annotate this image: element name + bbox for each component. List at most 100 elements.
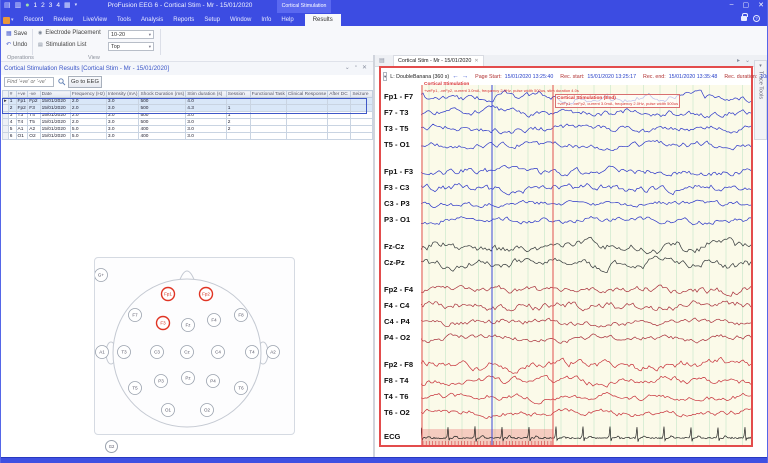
channel-label-fp2-f4[interactable]: Fp2 - F4 [384, 285, 413, 294]
table-cell[interactable]: 1 [225, 104, 251, 112]
table-cell[interactable] [350, 118, 373, 126]
column-header[interactable]: Shock Duration (ms) [138, 90, 187, 98]
channel-label-fz-cz[interactable]: Fz-Cz [384, 242, 404, 251]
table-cell[interactable]: 2.0 [69, 97, 107, 105]
table-cell[interactable]: 400 [138, 132, 187, 140]
contextual-tab-cortical-stimulation[interactable]: Cortical Stimulation [277, 0, 331, 13]
column-header[interactable]: After DC [327, 90, 352, 98]
column-header[interactable]: -ve [27, 90, 41, 98]
table-cell[interactable]: 15/01/2020 [39, 111, 71, 119]
table-cell[interactable]: Fp1 [15, 97, 29, 105]
table-cell[interactable] [350, 132, 373, 140]
channel-label-c4-p4[interactable]: C4 - P4 [384, 317, 410, 326]
channel-label-t3-t5[interactable]: T3 - T5 [384, 124, 408, 133]
table-cell[interactable]: 4.3 [185, 104, 227, 112]
menu-tab-reports[interactable]: Reports [168, 14, 199, 26]
save-icon[interactable]: ▤ [4, 1, 11, 9]
table-cell[interactable]: 500 [138, 118, 187, 126]
menu-tab-tools[interactable]: Tools [112, 14, 136, 26]
table-cell[interactable]: T4 [15, 118, 29, 126]
table-cell[interactable]: 3.0 [185, 118, 227, 126]
table-cell[interactable] [249, 125, 287, 133]
table-cell[interactable]: 3.0 [105, 104, 140, 112]
table-cell[interactable]: 3.0 [185, 125, 227, 133]
save-button[interactable]: ▦ Save [6, 30, 27, 38]
table-cell[interactable]: 15/01/2020 [39, 104, 71, 112]
table-cell[interactable] [327, 118, 352, 126]
column-header[interactable]: Stim duration (s) [185, 90, 227, 98]
table-cell[interactable]: 3.0 [185, 111, 227, 119]
table-cell[interactable]: T4 [27, 111, 41, 119]
menu-tab-analysis[interactable]: Analysis [136, 14, 168, 26]
table-cell[interactable]: 3.0 [105, 132, 140, 140]
column-header[interactable]: Clinical Response [285, 90, 329, 98]
montage-dropdown[interactable]: ▾ [383, 72, 388, 81]
table-cell[interactable]: 1 [225, 111, 251, 119]
stimulation-list-select[interactable]: Top ▾ [108, 42, 154, 51]
table-cell[interactable] [285, 132, 329, 140]
page-forward-icon[interactable]: → [462, 73, 469, 80]
table-cell[interactable]: 15/01/2020 [39, 132, 71, 140]
table-cell[interactable] [249, 111, 287, 119]
menu-tab-setup[interactable]: Setup [199, 14, 225, 26]
table-cell[interactable] [225, 132, 251, 140]
channel-label-t6-o2[interactable]: T6 - O2 [384, 408, 410, 417]
menu-tab-record[interactable]: Record [19, 14, 48, 26]
column-header[interactable]: # [7, 90, 17, 98]
channel-label-cz-pz[interactable]: Cz-Pz [384, 258, 405, 267]
channel-label-fp1-f7[interactable]: Fp1 - F7 [384, 92, 413, 101]
table-row[interactable]: 2 Fp2 F3 15/01/2020 2.0 3.0 500 4.3 1 [2, 104, 373, 112]
quick-screen-2[interactable]: 2 [41, 2, 45, 9]
table-cell[interactable]: 2.0 [69, 118, 107, 126]
table-cell[interactable]: 400 [138, 125, 187, 133]
record-icon[interactable]: ● [25, 2, 29, 9]
table-cell[interactable]: 2 [7, 104, 17, 112]
close-button[interactable]: ✕ [758, 1, 764, 9]
close-icon[interactable]: ✕ [362, 64, 367, 71]
table-cell[interactable]: O2 [27, 132, 41, 140]
column-header[interactable]: Intensity (mA) [105, 90, 140, 98]
close-tab-icon[interactable]: ✕ [474, 58, 478, 64]
table-row[interactable]: 3 T3 T4 15/01/2020 2.0 3.0 500 3.0 1 [2, 111, 373, 119]
column-header[interactable]: Functional Task [249, 90, 287, 98]
column-header[interactable]: Session [225, 90, 251, 98]
table-cell[interactable] [327, 111, 352, 119]
table-cell[interactable] [225, 97, 251, 105]
table-cell[interactable]: 15/01/2020 [39, 118, 71, 126]
menu-tab-liveview[interactable]: LiveView [78, 14, 112, 26]
table-cell[interactable]: 5.0 [69, 125, 107, 133]
channel-label-f8-t4[interactable]: F8 - T4 [384, 376, 408, 385]
table-cell[interactable]: 500 [138, 104, 187, 112]
channel-label-c3-p3[interactable]: C3 - P3 [384, 199, 410, 208]
table-cell[interactable]: 5.0 [69, 132, 107, 140]
table-cell[interactable]: 4 [7, 118, 17, 126]
menu-tab-help[interactable]: Help [276, 14, 298, 26]
table-cell[interactable]: 500 [138, 97, 187, 105]
table-cell[interactable]: 1 [7, 97, 17, 105]
table-cell[interactable]: T3 [15, 111, 29, 119]
menu-tab-window[interactable]: Window [225, 14, 256, 26]
open-icon[interactable]: ▥ [15, 1, 22, 9]
table-cell[interactable]: 3.0 [105, 125, 140, 133]
table-cell[interactable] [285, 97, 329, 105]
table-cell[interactable]: 3.0 [105, 111, 140, 119]
column-header[interactable]: Seizure [350, 90, 373, 98]
table-cell[interactable] [350, 111, 373, 119]
channel-label-t5-o1[interactable]: T5 - O1 [384, 140, 410, 149]
table-cell[interactable] [249, 104, 287, 112]
tab-list-icon[interactable]: ⌄ [745, 57, 750, 64]
table-cell[interactable] [350, 104, 373, 112]
table-cell[interactable]: 3.0 [185, 132, 227, 140]
table-cell[interactable]: 15/01/2020 [39, 97, 71, 105]
table-cell[interactable]: T5 [27, 118, 41, 126]
table-cell[interactable]: F3 [27, 104, 41, 112]
channel-label-f7-t3[interactable]: F7 - T3 [384, 108, 408, 117]
electrode-g2[interactable]: G2 [105, 440, 118, 453]
menu-tab-info[interactable]: Info [256, 14, 276, 26]
table-cell[interactable]: 15/01/2020 [39, 125, 71, 133]
table-cell[interactable] [249, 118, 287, 126]
table-cell[interactable]: 3 [7, 111, 17, 119]
tab-results[interactable]: Results [304, 14, 341, 26]
table-row[interactable]: ▸ 1 Fp1 Fp2 15/01/2020 2.0 3.0 500 4.0 [2, 97, 373, 105]
table-cell[interactable] [285, 118, 329, 126]
